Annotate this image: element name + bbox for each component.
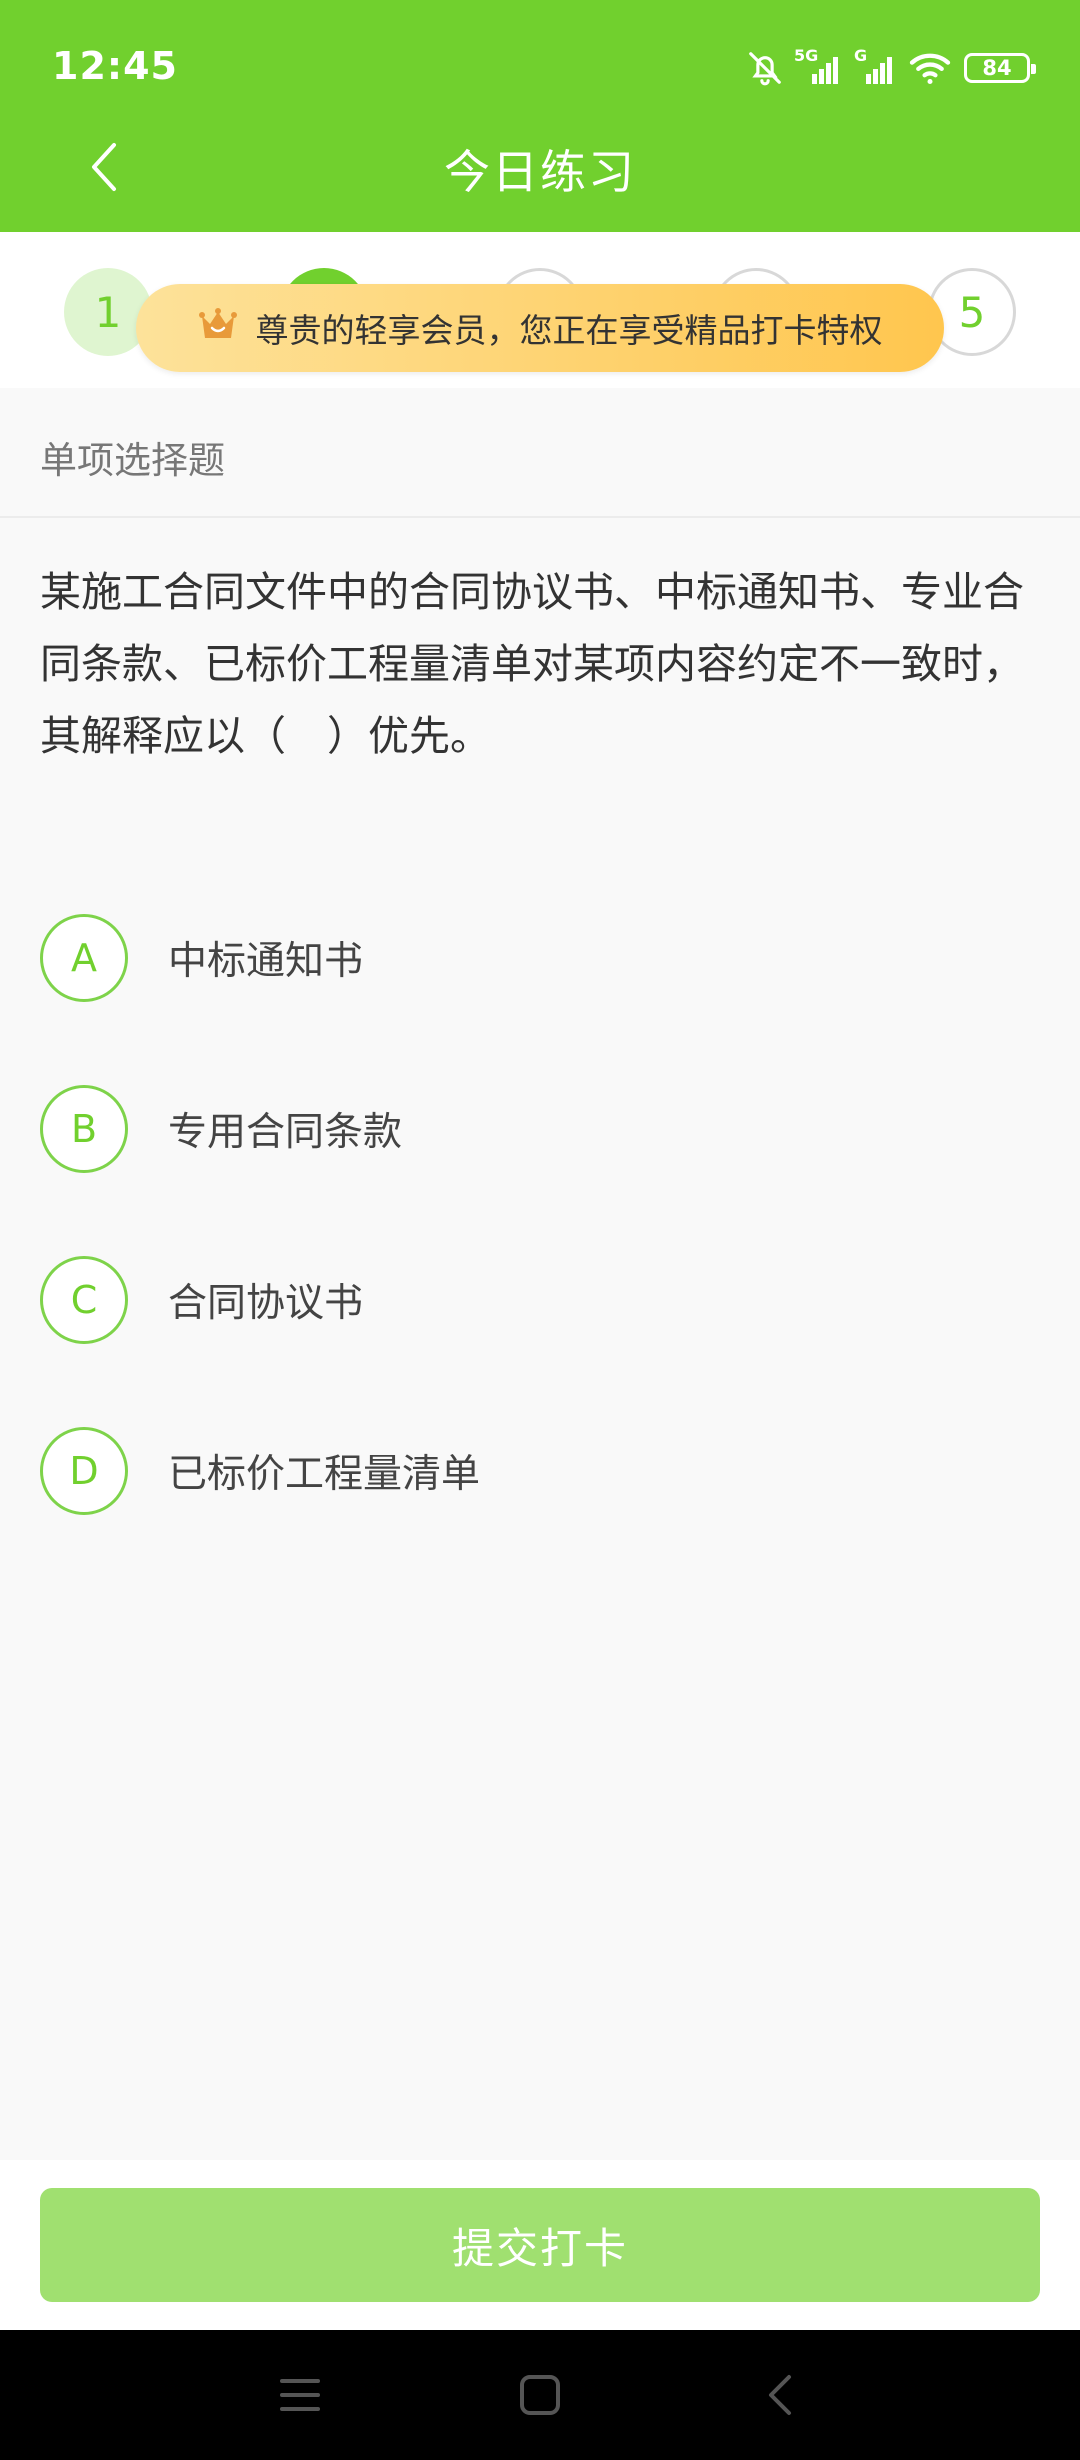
option-text: 合同协议书 <box>168 1281 364 1326</box>
network-type-label-secondary: G <box>854 46 868 65</box>
status-time: 12:45 <box>52 44 178 88</box>
option-c[interactable]: C 合同协议书 <box>40 1256 363 1344</box>
option-a[interactable]: A 中标通知书 <box>40 914 363 1002</box>
question-type-bar: 单项选择题 <box>0 388 1080 518</box>
signal-icon: 5G <box>794 46 840 84</box>
crown-icon <box>198 306 238 350</box>
vip-banner-text: 尊贵的轻享会员，您正在享受精品打卡特权 <box>255 311 883 350</box>
menu-icon <box>280 2379 320 2411</box>
option-text: 专用合同条款 <box>168 1110 403 1155</box>
option-text: 中标通知书 <box>168 939 364 984</box>
wifi-icon <box>908 50 952 86</box>
submit-checkin-button[interactable]: 提交打卡 <box>40 2188 1040 2302</box>
footer-bar: 提交打卡 <box>0 2160 1080 2330</box>
option-b[interactable]: B 专用合同条款 <box>40 1085 402 1173</box>
option-letter: B <box>40 1085 128 1173</box>
system-back-button[interactable] <box>745 2360 815 2430</box>
system-nav-bar <box>0 2330 1080 2460</box>
option-letter: D <box>40 1427 128 1515</box>
option-d[interactable]: D 已标价工程量清单 <box>40 1427 480 1515</box>
menu-button[interactable] <box>265 2360 335 2430</box>
signal-icon-secondary: G <box>852 46 896 84</box>
mute-icon <box>746 49 784 87</box>
vip-banner: 尊贵的轻享会员，您正在享受精品打卡特权 <box>136 284 944 372</box>
question-type-label: 单项选择题 <box>40 439 225 482</box>
app-header: 12:45 5G G 84 今日练习 <box>0 0 1080 232</box>
network-type-label: 5G <box>794 46 819 65</box>
page-title: 今日练习 <box>444 145 636 199</box>
back-icon <box>769 2375 791 2415</box>
status-icons: 5G G 84 <box>746 44 1036 92</box>
home-button[interactable] <box>505 2360 575 2430</box>
option-text: 已标价工程量清单 <box>168 1452 481 1497</box>
option-letter: A <box>40 914 128 1002</box>
question-text: 某施工合同文件中的合同协议书、中标通知书、专业合同条款、已标价工程量清单对某项内… <box>40 568 1024 760</box>
battery-icon: 84 <box>964 53 1036 83</box>
home-icon <box>520 2375 560 2415</box>
option-letter: C <box>40 1256 128 1344</box>
question-progress: 1 5 尊贵的轻享会员，您正在享受精品打卡特权 <box>0 232 1080 388</box>
